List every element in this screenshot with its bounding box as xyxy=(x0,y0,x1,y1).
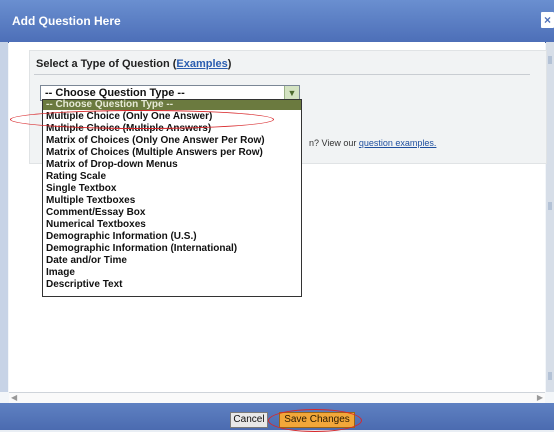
option-rating-scale[interactable]: Rating Scale xyxy=(43,172,301,182)
examples-link[interactable]: Examples xyxy=(176,58,227,70)
option-multiple-choice-one[interactable]: Multiple Choice (Only One Answer) xyxy=(43,112,301,122)
cancel-button[interactable]: Cancel xyxy=(230,412,268,428)
right-scroll-area xyxy=(546,42,554,392)
scroll-left-icon[interactable]: ◀ xyxy=(11,393,17,402)
option-matrix-one-per-row[interactable]: Matrix of Choices (Only One Answer Per R… xyxy=(43,136,301,146)
dialog-titlebar: Add Question Here × xyxy=(0,0,554,43)
scroll-right-icon[interactable]: ▶ xyxy=(537,393,543,402)
select-value: -- Choose Question Type -- xyxy=(45,87,185,99)
option-image[interactable]: Image xyxy=(43,268,301,278)
scroll-mark xyxy=(548,202,552,210)
option-date-time[interactable]: Date and/or Time xyxy=(43,256,301,266)
option-numerical-textboxes[interactable]: Numerical Textboxes xyxy=(43,220,301,230)
add-question-dialog: Add Question Here × Select a Type of Que… xyxy=(0,0,554,432)
option-multiple-textboxes[interactable]: Multiple Textboxes xyxy=(43,196,301,206)
scroll-mark xyxy=(548,372,552,380)
option-matrix-multiple-per-row[interactable]: Matrix of Choices (Multiple Answers per … xyxy=(43,148,301,158)
option-multiple-choice-multiple[interactable]: Multiple Choice (Multiple Answers) xyxy=(43,124,301,134)
dialog-footer xyxy=(0,403,554,430)
save-changes-button[interactable]: Save Changes xyxy=(279,412,355,428)
option-single-textbox[interactable]: Single Textbox xyxy=(43,184,301,194)
scroll-mark xyxy=(548,56,552,64)
option-choose-type[interactable]: -- Choose Question Type -- xyxy=(43,100,301,110)
section-divider xyxy=(34,74,530,75)
option-descriptive-text[interactable]: Descriptive Text xyxy=(43,280,301,290)
option-demographic-us[interactable]: Demographic Information (U.S.) xyxy=(43,232,301,242)
dialog-title: Add Question Here xyxy=(12,14,121,28)
close-icon[interactable]: × xyxy=(541,12,554,28)
option-comment-essay[interactable]: Comment/Essay Box xyxy=(43,208,301,218)
option-matrix-dropdown[interactable]: Matrix of Drop-down Menus xyxy=(43,160,301,170)
chevron-down-icon[interactable]: ▼ xyxy=(284,86,299,100)
question-type-label: Select a Type of Question (Examples) xyxy=(36,58,232,70)
question-type-options[interactable]: -- Choose Question Type -- Multiple Choi… xyxy=(42,99,302,297)
examples-hint: n? View our question examples. xyxy=(309,138,437,148)
option-demographic-intl[interactable]: Demographic Information (International) xyxy=(43,244,301,254)
question-examples-link[interactable]: question examples. xyxy=(359,138,437,148)
left-border xyxy=(0,42,8,392)
